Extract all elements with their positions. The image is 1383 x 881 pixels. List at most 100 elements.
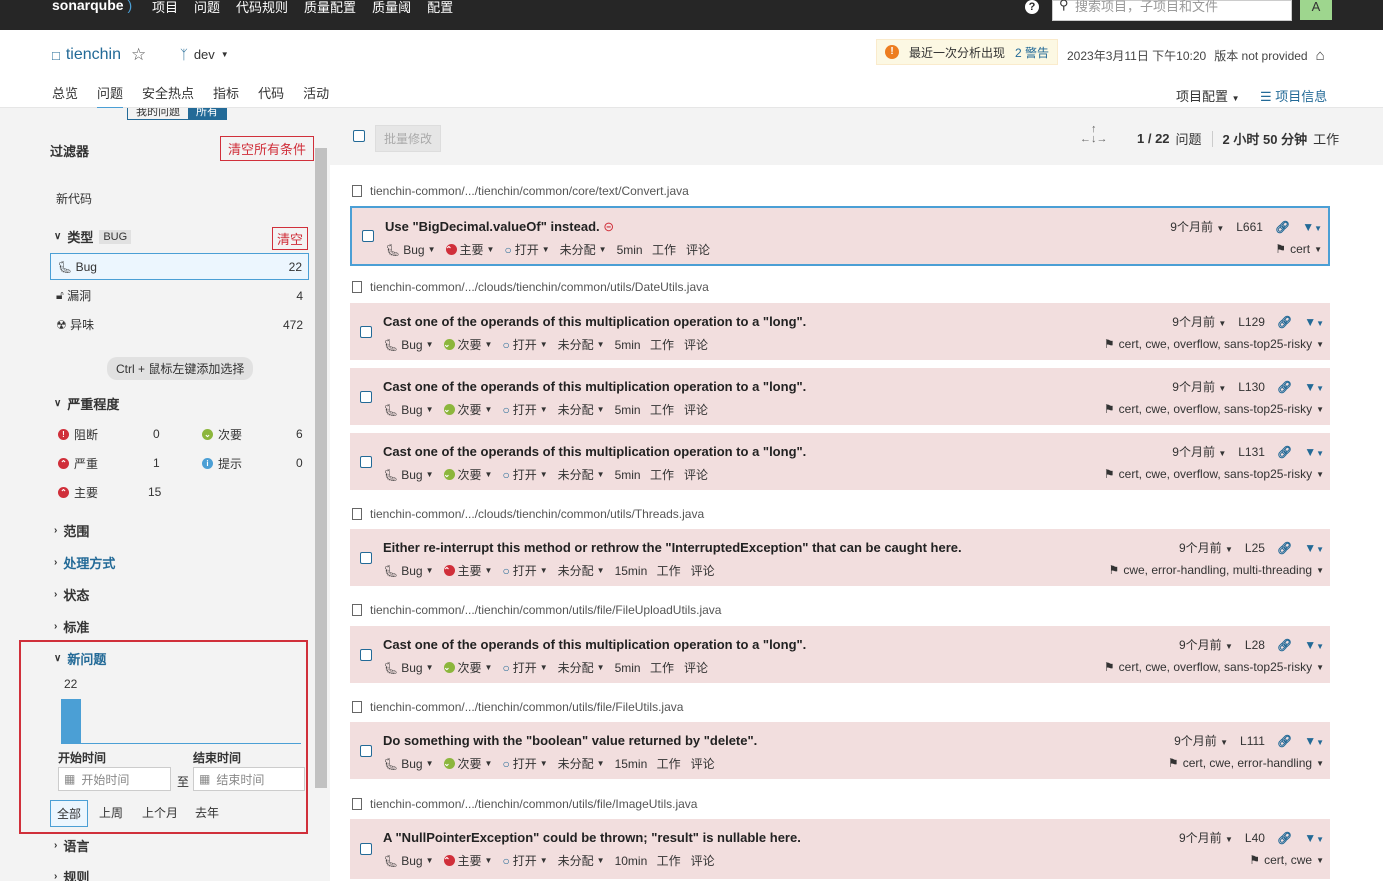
select-all-checkbox[interactable] (353, 130, 365, 142)
issue-severity[interactable]: ⌃ 主要 ▼ (443, 852, 492, 869)
help-icon[interactable]: ? (1025, 0, 1039, 14)
issue-item[interactable]: Cast one of the operands of this multipl… (350, 303, 1330, 360)
issue-line[interactable]: L661 (1236, 220, 1263, 234)
issue-effort[interactable]: 5min 工作 (615, 336, 674, 353)
home-icon[interactable]: ⌂ (1316, 47, 1325, 64)
my-issues-toggle[interactable]: 我的问题 (128, 108, 188, 119)
permalink-icon[interactable]: 🔗︎ (1277, 315, 1292, 329)
issue-assignee[interactable]: 未分配 ▼ (558, 852, 605, 869)
severity-minor[interactable]: ⌄ 次要 (202, 426, 242, 443)
start-date-input[interactable]: ▦ 开始时间 (58, 767, 171, 791)
histogram-bar[interactable] (61, 699, 81, 744)
filter-icon[interactable]: ▼▼ (1304, 734, 1324, 748)
facet-severity-header[interactable]: ∨ 严重程度 (54, 394, 119, 413)
facet-scope-header[interactable]: › 范围 (54, 521, 89, 540)
issue-message[interactable]: Cast one of the operands of this multipl… (383, 637, 806, 652)
issue-type[interactable]: 🐛︎ Bug ▼ (383, 468, 434, 482)
issue-severity[interactable]: ⌄ 次要 ▼ (443, 755, 492, 772)
issue-item[interactable]: A "NullPointerException" could be thrown… (350, 819, 1330, 879)
facet-status-header[interactable]: › 状态 (54, 585, 89, 604)
global-search-input[interactable]: ⚲ 搜索项目，子项目和文件 (1052, 0, 1292, 21)
issue-message[interactable]: Cast one of the operands of this multipl… (383, 379, 806, 394)
issue-severity[interactable]: ⌄ 次要 ▼ (443, 466, 492, 483)
tab-code[interactable]: 代码 (258, 83, 284, 110)
issue-message[interactable]: Cast one of the operands of this multipl… (383, 314, 806, 329)
issue-severity[interactable]: ⌃ 主要 ▼ (443, 562, 492, 579)
facet-standards-header[interactable]: › 标准 (54, 617, 89, 636)
facet-resolution-header[interactable]: › 处理方式 (54, 553, 115, 572)
issue-effort[interactable]: 15min 工作 (615, 562, 681, 579)
sidebar-scrollbar[interactable] (315, 148, 327, 788)
issue-message[interactable]: Cast one of the operands of this multipl… (383, 444, 806, 459)
issue-tags[interactable]: ⚑ cwe, error-handling, multi-threading ▼ (1109, 563, 1324, 577)
end-date-input[interactable]: ▦ 结束时间 (193, 767, 305, 791)
period-all[interactable]: 全部 (50, 800, 89, 827)
all-issues-toggle[interactable]: 所有 (188, 108, 226, 119)
issue-severity[interactable]: ⌄ 次要 ▼ (443, 659, 492, 676)
issue-tags[interactable]: ⚑ cert, cwe, overflow, sans-top25-risky ▼ (1104, 467, 1324, 481)
issue-message[interactable]: A "NullPointerException" could be thrown… (383, 830, 801, 845)
severity-blocker[interactable]: ! 阻断 (58, 426, 98, 443)
issue-checkbox[interactable] (360, 843, 372, 855)
issue-status[interactable]: ○ 打开 ▼ (502, 852, 547, 869)
issue-comment[interactable]: 评论 (691, 755, 715, 772)
issue-status[interactable]: ○ 打开 ▼ (502, 336, 547, 353)
issue-age[interactable]: 9个月前 ▼ (1179, 829, 1233, 846)
issue-status[interactable]: ○ 打开 ▼ (502, 466, 547, 483)
file-path[interactable]: tienchin-common/.../tienchin/common/util… (370, 797, 697, 811)
filter-icon[interactable]: ▼▼ (1304, 380, 1324, 394)
tab-activity[interactable]: 活动 (303, 83, 329, 110)
issue-effort[interactable]: 5min 工作 (615, 659, 674, 676)
issue-assignee[interactable]: 未分配 ▼ (558, 755, 605, 772)
issue-assignee[interactable]: 未分配 ▼ (558, 401, 605, 418)
issue-comment[interactable]: 评论 (686, 241, 710, 258)
project-info-button[interactable]: ☰ 项目信息 (1260, 86, 1327, 105)
issue-age[interactable]: 9个月前 ▼ (1170, 218, 1224, 235)
facet-item-bug[interactable]: 🐛︎ Bug 22 (50, 253, 309, 280)
issue-status[interactable]: ○ 打开 ▼ (502, 755, 547, 772)
avatar[interactable]: A (1300, 0, 1332, 20)
tab-issues[interactable]: 问题 (97, 83, 124, 110)
filter-icon[interactable]: ▼▼ (1304, 831, 1324, 845)
issue-comment[interactable]: 评论 (691, 562, 715, 579)
facet-item-vulnerability[interactable]: 🔓︎ 漏洞 4 (50, 282, 309, 309)
issue-item[interactable]: Do something with the "boolean" value re… (350, 722, 1330, 779)
issue-effort[interactable]: 5min 工作 (615, 466, 674, 483)
filter-icon[interactable]: ▼▼ (1304, 315, 1324, 329)
nav-projects[interactable]: 项目 (152, 0, 178, 16)
filter-icon[interactable]: ▼▼ (1304, 638, 1324, 652)
issue-status[interactable]: ○ 打开 ▼ (502, 659, 547, 676)
facet-new-issues-header[interactable]: ∨ 新问题 (54, 649, 106, 668)
nav-quality-gates[interactable]: 质量阈 (372, 0, 411, 16)
issue-tags[interactable]: ⚑ cert, cwe, overflow, sans-top25-risky ▼ (1104, 337, 1324, 351)
issue-age[interactable]: 9个月前 ▼ (1174, 732, 1228, 749)
facet-rules-header[interactable]: › 规则 (54, 867, 89, 881)
branch-selector[interactable]: ᛉ dev ▼ (180, 47, 229, 62)
clear-type-button[interactable]: 清空 (272, 227, 309, 250)
issue-comment[interactable]: 评论 (691, 852, 715, 869)
issue-comment[interactable]: 评论 (684, 659, 708, 676)
file-path[interactable]: tienchin-common/.../tienchin/common/util… (370, 700, 683, 714)
issue-line[interactable]: L111 (1240, 734, 1265, 748)
project-name[interactable]: □ tienchin ☆ (52, 45, 146, 65)
issue-age[interactable]: 9个月前 ▼ (1172, 443, 1226, 460)
issue-type[interactable]: 🐛︎ Bug ▼ (383, 757, 434, 771)
tab-overview[interactable]: 总览 (52, 83, 78, 110)
issue-age[interactable]: 9个月前 ▼ (1179, 539, 1233, 556)
permalink-icon[interactable]: 🔗︎ (1277, 541, 1292, 555)
filter-icon[interactable]: ▼▼ (1304, 445, 1324, 459)
severity-critical[interactable]: ⌃ 严重 (58, 455, 98, 472)
star-icon[interactable]: ☆ (131, 45, 146, 65)
issue-line[interactable]: L28 (1245, 638, 1265, 652)
issue-tags[interactable]: ⚑ cert, cwe, overflow, sans-top25-risky ▼ (1104, 660, 1324, 674)
severity-major[interactable]: ⌃ 主要 (58, 484, 98, 501)
issue-effort[interactable]: 5min 工作 (617, 241, 676, 258)
period-last-year[interactable]: 去年 (189, 800, 225, 825)
period-last-month[interactable]: 上个月 (136, 800, 184, 825)
permalink-icon[interactable]: 🔗︎ (1277, 445, 1292, 459)
tab-measures[interactable]: 指标 (213, 83, 239, 110)
issue-effort[interactable]: 5min 工作 (615, 401, 674, 418)
issue-message[interactable]: Either re-interrupt this method or rethr… (383, 540, 962, 555)
issue-checkbox[interactable] (362, 230, 374, 242)
issue-status[interactable]: ○ 打开 ▼ (504, 241, 549, 258)
